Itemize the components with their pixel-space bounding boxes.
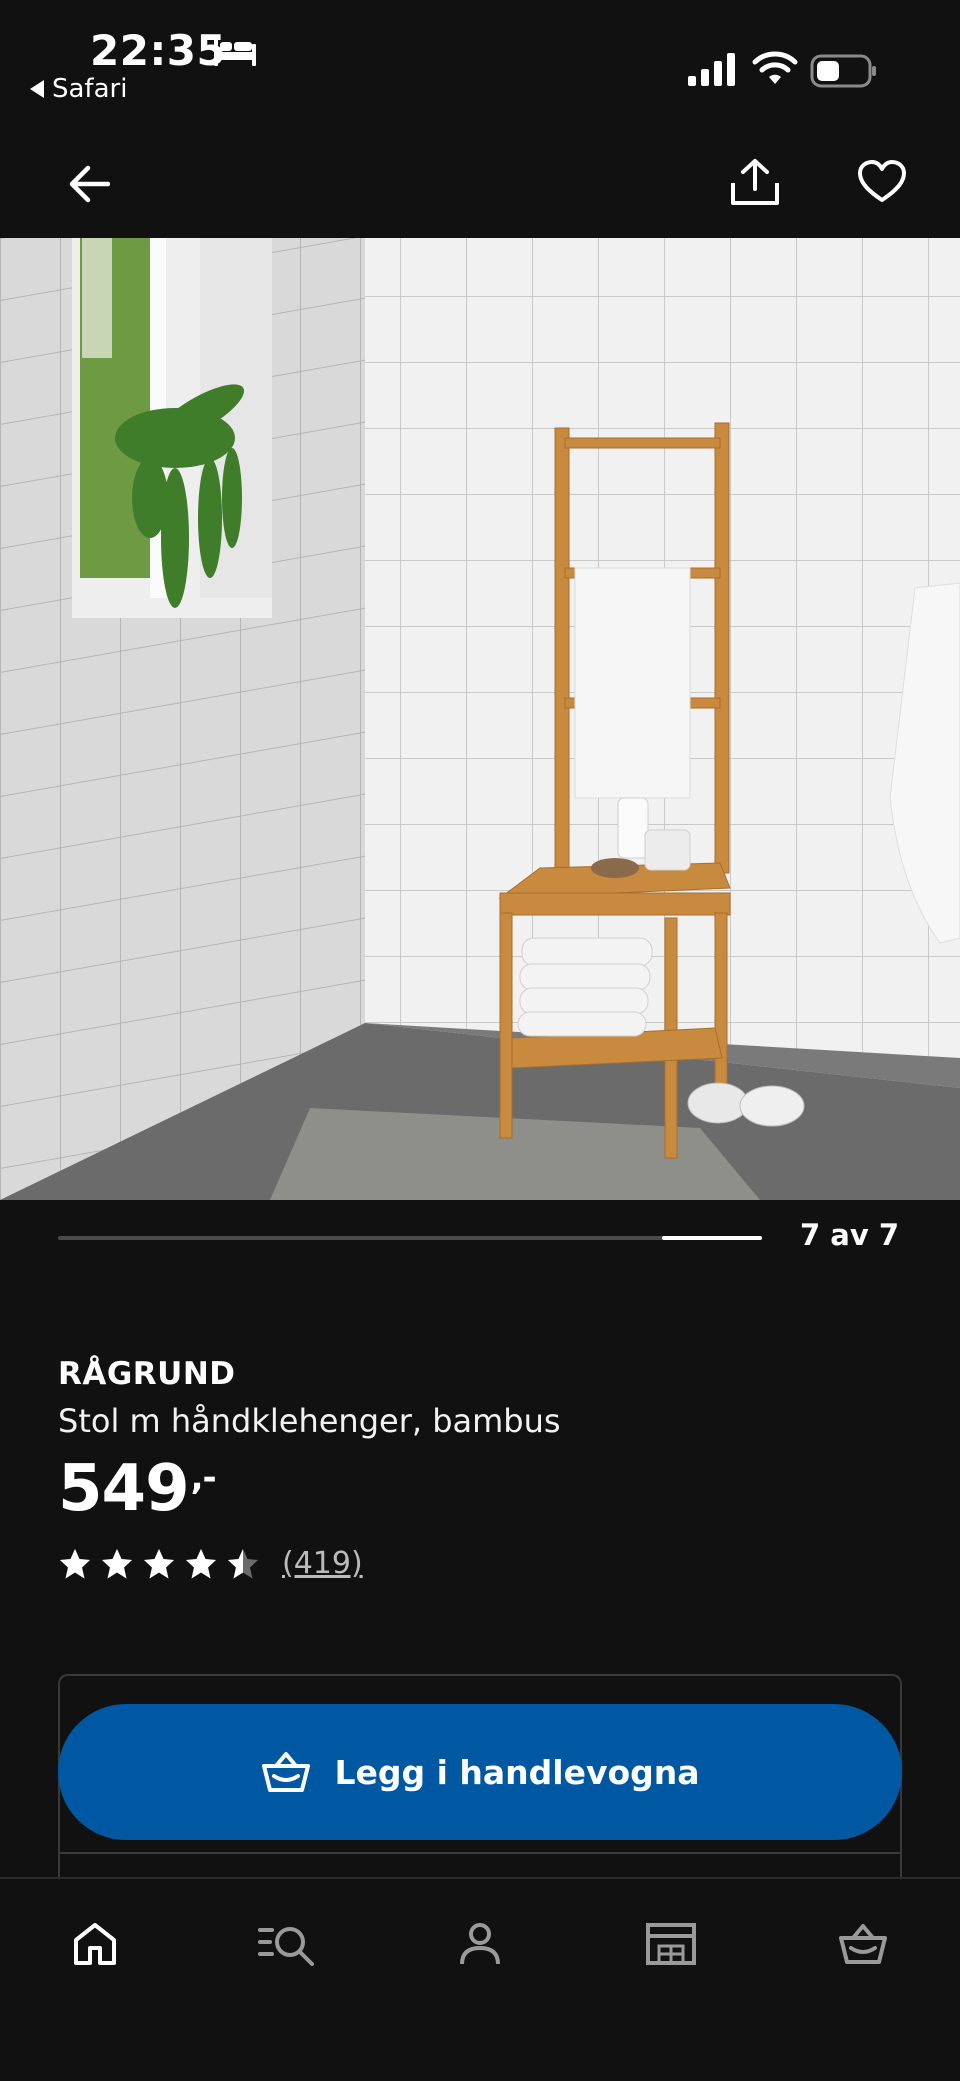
carousel-counter: 7 av 7 — [800, 1218, 900, 1252]
product-price: 549 ,- — [58, 1452, 217, 1526]
status-time: 22:35 — [90, 26, 227, 75]
star-half-icon — [228, 1548, 258, 1578]
star-full-icon — [144, 1548, 174, 1578]
status-bar: 22:35 Safari — [0, 0, 960, 120]
add-to-cart-button[interactable]: Legg i handlevogna — [58, 1704, 902, 1840]
product-name: RÅGRUND — [58, 1356, 236, 1392]
search-icon[interactable] — [252, 1909, 322, 1979]
back-to-safari[interactable]: Safari — [30, 74, 127, 104]
battery-icon — [810, 54, 876, 88]
signal-icon — [688, 53, 735, 86]
product-image[interactable] — [0, 238, 960, 1200]
cart-icon — [262, 1752, 311, 1792]
bottom-tab-bar — [0, 1877, 960, 2081]
back-app-label: Safari — [52, 74, 128, 104]
price-value: 549 — [58, 1452, 190, 1526]
add-to-cart-label: Legg i handlevogna — [334, 1752, 700, 1792]
product-rating[interactable]: (419) — [58, 1546, 363, 1581]
star-full-icon — [102, 1548, 132, 1578]
heart-icon[interactable] — [852, 152, 912, 212]
wifi-icon — [752, 51, 798, 84]
carousel-progress-thumb — [662, 1236, 762, 1240]
home-icon[interactable] — [60, 1909, 130, 1979]
carousel-progress-track — [58, 1236, 762, 1240]
account-icon[interactable] — [445, 1909, 515, 1979]
review-count-link[interactable]: (419) — [282, 1546, 363, 1581]
product-photo — [0, 238, 960, 1200]
card-divider — [60, 1852, 900, 1854]
product-description: Stol m håndklehenger, bambus — [58, 1402, 561, 1440]
back-triangle-icon — [30, 80, 44, 98]
back-arrow-icon[interactable] — [58, 154, 118, 214]
top-nav-bar — [0, 120, 960, 238]
share-icon[interactable] — [725, 152, 785, 212]
price-suffix: ,- — [190, 1458, 217, 1498]
store-icon[interactable] — [636, 1909, 706, 1979]
bed-icon — [214, 38, 256, 66]
cart-tab-icon[interactable] — [828, 1909, 898, 1979]
star-full-icon — [60, 1548, 90, 1578]
star-full-icon — [186, 1548, 216, 1578]
